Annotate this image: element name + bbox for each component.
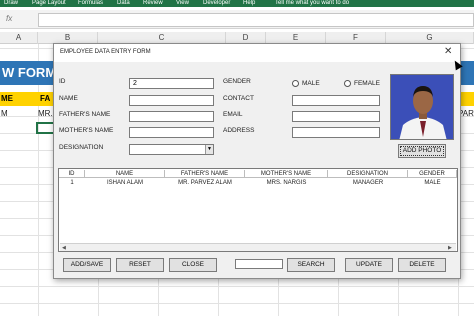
list-header-name: NAME [85,170,165,178]
sheet-header-left: ME [1,94,13,103]
ribbon-tab-developer[interactable]: Developer [203,0,230,6]
fathers-name-field[interactable] [129,111,214,122]
search-button[interactable]: SEARCH [287,258,335,272]
email-label: EMAIL [223,111,243,118]
ribbon-bar: Draw Page Layout Formulas Data Review Vi… [0,0,474,7]
employee-form-dialog: EMPLOYEE DATA ENTRY FORM ✕ ID NAME FATHE… [53,43,461,279]
close-button[interactable]: CLOSE [169,258,217,272]
mothers-name-field[interactable] [129,127,214,138]
list-cell-fathers-name: MR. PARVEZ ALAM [178,180,232,186]
ribbon-tab-view[interactable]: View [176,0,189,6]
name-label: NAME [59,95,78,102]
designation-dropdown[interactable]: ▼ [129,144,214,155]
dialog-titlebar[interactable]: EMPLOYEE DATA ENTRY FORM ✕ [54,44,460,62]
add-save-button[interactable]: ADD/SAVE [63,258,111,272]
list-header-mothers-name: MOTHER'S NAME [245,170,328,178]
gender-label: GENDER [223,78,251,85]
designation-label: DESIGNATION [59,144,104,151]
employee-list[interactable]: ID NAME FATHER'S NAME MOTHER'S NAME DESI… [58,168,458,252]
tell-me-box[interactable]: Tell me what you want to do [275,0,349,6]
ribbon-tab-data[interactable]: Data [117,0,130,6]
reset-button[interactable]: RESET [116,258,164,272]
contact-field[interactable] [292,95,380,106]
mothers-name-label: MOTHER'S NAME [59,127,114,134]
ribbon-tab-formulas[interactable]: Formulas [78,0,103,6]
list-header-gender: GENDER [408,170,457,178]
gender-male-radio[interactable] [292,80,299,87]
gender-female-radio[interactable] [344,80,351,87]
chevron-down-icon[interactable]: ▼ [205,145,213,154]
ribbon-tab-help[interactable]: Help [243,0,255,6]
id-label: ID [59,78,66,85]
list-horizontal-scrollbar[interactable]: ◀ ▶ [60,243,456,251]
list-cell-gender: MALE [424,180,441,186]
sheet-cell-b[interactable]: MR. [38,109,53,118]
formula-input[interactable] [38,13,474,27]
gender-female-label: FEMALE [354,80,381,87]
sheet-header-mid: FA [40,94,51,103]
sheet-cell-a[interactable]: M [1,109,8,118]
ribbon-tab-page-layout[interactable]: Page Layout [32,0,66,6]
list-cell-designation: MANAGER [352,180,384,186]
name-field[interactable] [129,95,214,106]
delete-button[interactable]: DELETE [398,258,446,272]
contact-label: CONTACT [223,95,254,102]
list-cell-mothers-name: MRS. NARGIS [266,180,307,186]
fathers-name-label: FATHER'S NAME [59,111,111,118]
address-field[interactable] [292,127,380,138]
ribbon-tab-review[interactable]: Review [143,0,163,6]
gender-male-label: MALE [302,80,320,87]
list-header-designation: DESIGNATION [328,170,408,178]
person-photo-icon [391,75,453,139]
ribbon-tab-draw[interactable]: Draw [4,0,18,6]
column-header-a[interactable]: A [0,32,38,44]
address-label: ADDRESS [223,127,255,134]
scroll-right-icon[interactable]: ▶ [448,244,452,251]
sheet-header-band: ME FA [0,92,56,106]
sheet-banner: W FORM [0,61,56,85]
list-header-id: ID [59,170,85,178]
formula-bar: fx [0,10,474,29]
list-cell-name: ISHAN ALAM [106,180,143,186]
scroll-left-icon[interactable]: ◀ [62,244,66,251]
search-field[interactable] [235,259,283,269]
add-photo-button[interactable]: ADD PHOTO [398,144,446,158]
email-field[interactable] [292,111,380,122]
list-header-fathers-name: FATHER'S NAME [165,170,245,178]
dialog-title: EMPLOYEE DATA ENTRY FORM [60,49,151,55]
update-button[interactable]: UPDATE [345,258,393,272]
list-cell-id: 1 [70,180,74,186]
id-field[interactable] [129,78,214,89]
close-icon[interactable]: ✕ [444,46,452,57]
fx-icon: fx [6,14,13,23]
employee-photo [390,74,454,140]
